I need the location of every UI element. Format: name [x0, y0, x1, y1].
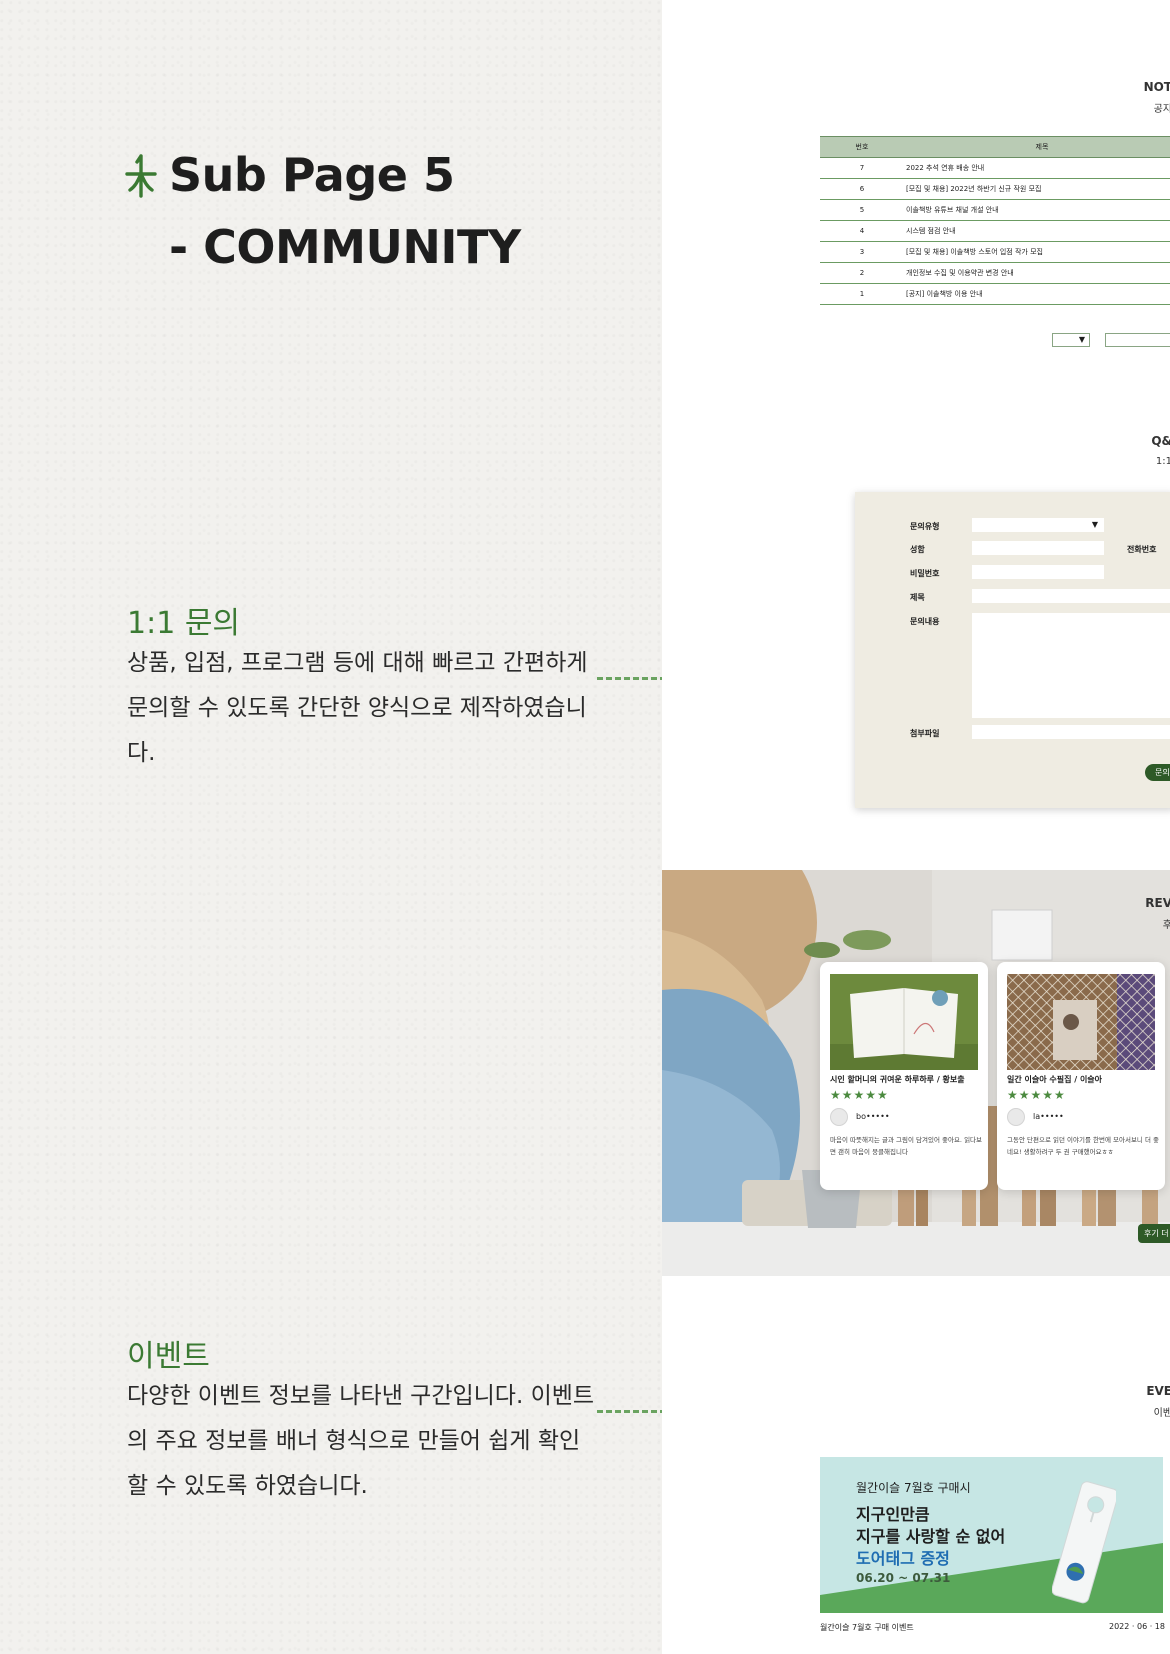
qa-subheading: 1:1	[1155, 456, 1170, 467]
qa-section-label: 1:1 문의	[127, 606, 241, 641]
event-heading: EVE	[1146, 1384, 1170, 1398]
qa-section-desc: 상품, 입점, 프로그램 등에 대해 빠르고 간편하게 문의할 수 있도록 간단…	[127, 650, 588, 766]
table-row[interactable]: 5 이솔책방 유튜브 채널 개설 안내	[820, 199, 1170, 221]
review-text: 그동안 단편으로 읽던 이야기를 한번에 모아서보니 더 좋네요! 생활하려구 …	[1007, 1136, 1160, 1156]
name-field[interactable]	[972, 541, 1104, 555]
review-book-image	[1007, 974, 1155, 1070]
row-num: 3	[820, 241, 904, 263]
row-num: 2	[820, 262, 904, 284]
review-heading: REV	[1145, 896, 1170, 910]
row-title[interactable]: 시스템 점검 안내	[904, 220, 1170, 242]
page-preview-panel: NOT 공지 번호 제목 7 2022 추석 연휴 배송 안내 6 [모집 및 채용…	[662, 0, 1170, 1654]
inquiry-type-select[interactable]: ▼	[972, 518, 1104, 532]
qa-heading: Q&	[1151, 434, 1170, 448]
chevron-down-icon: ▼	[1091, 520, 1098, 529]
label-name: 성함	[910, 545, 925, 554]
table-row[interactable]: 4 시스템 점검 안내	[820, 220, 1170, 242]
label-password: 비밀번호	[910, 569, 940, 578]
title-line2: - COMMUNITY	[169, 220, 521, 274]
review-user: la•••••	[1033, 1112, 1064, 1121]
submit-button[interactable]: 문의	[1145, 764, 1170, 781]
row-num: 7	[820, 157, 904, 179]
col-title: 제목	[904, 136, 1170, 158]
avatar	[830, 1108, 848, 1126]
label-content: 문의내용	[910, 617, 940, 626]
row-title[interactable]: 이솔책방 유튜브 채널 개설 안내	[904, 199, 1170, 221]
banner-date: 06.20 ~ 07.31	[856, 1571, 951, 1585]
label-attach: 첨부파일	[910, 729, 940, 738]
event-banner[interactable]: 월간이슬 7월호 구매시 지구인만큼 지구를 사랑할 순 없어 도어태그 증정 …	[820, 1457, 1163, 1613]
row-num: 6	[820, 178, 904, 200]
content-textarea[interactable]	[972, 613, 1170, 718]
event-caption[interactable]: 월간이슬 7월호 구매 이벤트	[820, 1622, 914, 1633]
qa-form: 문의유형 ▼ 성함 전화번호 비밀번호 제목 문의내용 첨부파일 문의	[855, 492, 1170, 808]
chevron-down-icon: ▼	[1078, 335, 1085, 344]
row-num: 5	[820, 199, 904, 221]
row-title[interactable]: [공지] 이솔책방 이용 안내	[904, 283, 1170, 305]
review-user: bo•••••	[856, 1112, 890, 1121]
table-row[interactable]: 6 [모집 및 채용] 2022년 하반기 신규 작원 모집	[820, 178, 1170, 200]
attach-field[interactable]	[972, 725, 1170, 739]
review-title: 시인 할머니의 귀여운 하루하루 / 황보출	[830, 1075, 965, 1084]
notice-subheading: 공지	[1153, 104, 1170, 115]
review-title: 일간 이슬아 수필집 / 이슬아	[1007, 1075, 1103, 1084]
label-subject: 제목	[910, 593, 925, 602]
label-type: 문의유형	[910, 522, 940, 531]
table-row[interactable]: 2 개인정보 수집 및 이용약관 변경 안내	[820, 262, 1170, 284]
door-tag-icon	[1052, 1481, 1116, 1604]
row-title[interactable]: [모집 및 채용] 2022년 하반기 신규 작원 모집	[904, 178, 1170, 200]
row-num: 4	[820, 220, 904, 242]
table-row[interactable]: 7 2022 추석 연휴 배송 안내	[820, 157, 1170, 179]
table-row[interactable]: 3 [모집 및 채용] 이솔책방 스토어 입점 작가 모집	[820, 241, 1170, 263]
avatar	[1007, 1108, 1025, 1126]
review-card[interactable]: 시인 할머니의 귀여운 하루하루 / 황보출 ★★★★★ bo••••• 마음이…	[820, 962, 988, 1190]
review-book-image	[830, 974, 978, 1070]
subject-field[interactable]	[972, 589, 1170, 603]
event-section-desc: 다양한 이벤트 정보를 나타낸 구간입니다. 이벤트의 주요 정보를 배너 형식…	[127, 1383, 595, 1499]
label-phone: 전화번호	[1127, 545, 1157, 554]
review-subheading: 후	[1162, 920, 1170, 931]
col-num: 번호	[820, 136, 904, 158]
search-input[interactable]	[1105, 333, 1170, 347]
row-title[interactable]: [모집 및 채용] 이솔책방 스토어 입점 작가 모집	[904, 241, 1170, 263]
event-date: 2022 · 06 · 18	[1109, 1622, 1165, 1631]
banner-line1: 월간이슬 7월호 구매시	[856, 1481, 971, 1495]
notice-table-header: 번호 제목	[820, 136, 1170, 158]
banner-line4: 도어태그 증정	[856, 1549, 950, 1568]
password-field[interactable]	[972, 565, 1104, 579]
rating-stars: ★★★★★	[1007, 1088, 1066, 1102]
notice-table: 번호 제목 7 2022 추석 연휴 배송 안내 6 [모집 및 채용] 2022년…	[820, 136, 1170, 305]
review-text: 마음이 따뜻해지는 글과 그림이 담겨있어 좋아요. 읽다보면 괜히 마음이 뭉…	[830, 1136, 983, 1156]
search-type-select[interactable]: ▼	[1052, 333, 1090, 347]
review-section: REV 후 시인 할머니의 귀여운 하루하루 / 황보출 ★★★★★ bo•••…	[662, 870, 1170, 1276]
review-card[interactable]: 일간 이슬아 수필집 / 이슬아 ★★★★★ la••••• 그동안 단편으로 …	[997, 962, 1165, 1190]
banner-line2: 지구인만큼	[856, 1505, 930, 1524]
leaf-icon	[125, 154, 157, 198]
more-reviews-button[interactable]: 후기 더	[1138, 1224, 1170, 1243]
table-row[interactable]: 1 [공지] 이솔책방 이용 안내	[820, 283, 1170, 305]
row-title[interactable]: 2022 추석 연휴 배송 안내	[904, 157, 1170, 179]
notice-heading: NOT	[1143, 80, 1170, 94]
banner-line3: 지구를 사랑할 순 없어	[856, 1527, 1006, 1546]
rating-stars: ★★★★★	[830, 1088, 889, 1102]
event-section-label: 이벤트	[127, 1339, 210, 1374]
title-line1: Sub Page 5	[169, 148, 455, 202]
event-subheading: 이벤	[1153, 1408, 1170, 1419]
row-num: 1	[820, 283, 904, 305]
row-title[interactable]: 개인정보 수집 및 이용약관 변경 안내	[904, 262, 1170, 284]
